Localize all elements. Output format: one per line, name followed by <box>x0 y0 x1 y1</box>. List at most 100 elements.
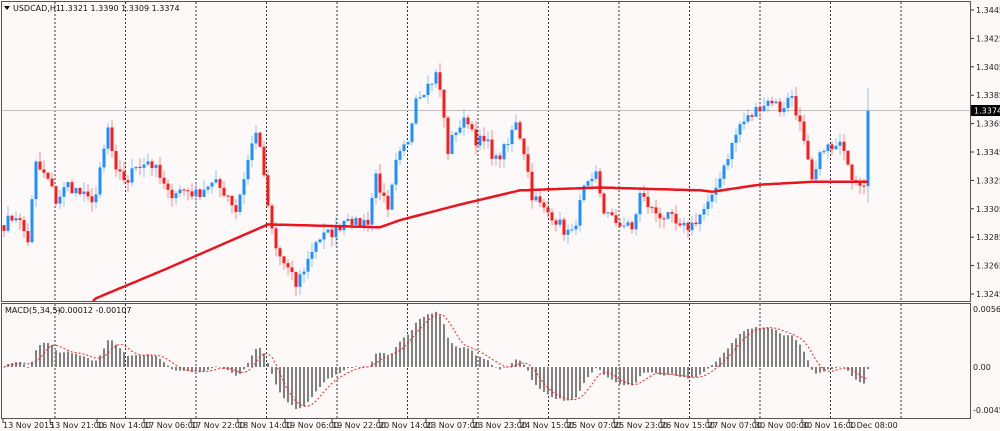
candle-body <box>14 218 18 221</box>
candle-body <box>162 177 166 184</box>
macd-bar <box>755 327 757 367</box>
macd-bar <box>131 355 133 367</box>
candle-body <box>294 272 298 287</box>
candle-body <box>502 144 506 160</box>
macd-bar <box>731 343 733 367</box>
macd-bar <box>615 367 617 383</box>
candle-body <box>730 142 734 160</box>
macd-bar <box>115 344 117 367</box>
macd-bar <box>779 333 781 367</box>
macd-bar <box>171 367 173 370</box>
macd-bar <box>435 311 437 367</box>
macd-bar <box>815 367 817 374</box>
macd-bar <box>603 367 605 375</box>
candle-body <box>794 96 798 116</box>
macd-bar <box>495 367 497 368</box>
candle-body <box>258 132 262 147</box>
macd-bar <box>351 367 353 368</box>
macd-bar <box>451 343 453 367</box>
macd-bar <box>831 367 833 370</box>
candle-body <box>466 117 470 125</box>
macd-bar <box>67 351 69 367</box>
candle-body <box>762 105 766 112</box>
macd-bar <box>207 367 209 370</box>
candle-body <box>806 140 810 160</box>
macd-bar <box>359 367 361 368</box>
time-tick-label: 25 Nov 07:00 <box>567 421 621 430</box>
candle-body <box>694 222 698 225</box>
macd-bar <box>547 367 549 395</box>
macd-bar <box>475 355 477 367</box>
macd-bar <box>51 345 53 367</box>
macd-bar <box>579 367 581 391</box>
macd-bar <box>91 360 93 367</box>
candle-body <box>478 135 482 146</box>
candle-body <box>226 195 230 197</box>
candle-body <box>306 258 310 272</box>
candle-body <box>154 164 158 169</box>
candle-body <box>866 110 870 187</box>
macd-bar <box>155 355 157 367</box>
trading-chart[interactable]: USDCAD,H1 1.3321 1.3390 1.3309 1.3374 MA… <box>0 0 1000 431</box>
macd-bar <box>719 357 721 367</box>
macd-bar <box>303 367 305 407</box>
candle-body <box>594 171 598 179</box>
candle-body <box>234 205 238 212</box>
candle-body <box>786 97 790 109</box>
macd-bar <box>19 362 21 367</box>
macd-bar <box>707 367 709 369</box>
candle-body <box>598 171 602 194</box>
candle-body <box>282 256 286 264</box>
price-tick-label: 1.3265 <box>976 262 1000 271</box>
candle-body <box>758 106 762 112</box>
candle-body <box>462 117 466 128</box>
symbol-label: USDCAD,H1 <box>13 4 61 13</box>
candle-body <box>350 218 354 225</box>
time-tick-label: 13 Nov 2015 <box>3 421 54 430</box>
macd-bar <box>231 367 233 373</box>
candle-body <box>138 166 142 168</box>
macd-bar <box>175 367 177 371</box>
macd-bar <box>143 354 145 367</box>
candle-body <box>826 144 830 151</box>
macd-bar <box>75 353 77 367</box>
candle-body <box>70 182 74 194</box>
candle-body <box>122 171 126 181</box>
macd-bar <box>695 367 697 378</box>
macd-bar <box>655 367 657 374</box>
candle-body <box>102 148 106 168</box>
macd-tick-label: 0.00565 <box>973 305 1000 314</box>
macd-bar <box>327 367 329 379</box>
macd-bar <box>459 347 461 367</box>
candle-body <box>86 191 90 197</box>
macd-bar <box>483 359 485 367</box>
macd-bar <box>99 355 101 367</box>
candle-body <box>766 100 770 106</box>
macd-bar <box>807 360 809 367</box>
candle-body <box>842 141 846 151</box>
candle-body <box>114 151 118 170</box>
macd-bar <box>139 355 141 367</box>
macd-bar <box>739 333 741 367</box>
candle-body <box>678 223 682 226</box>
candle-body <box>78 187 82 195</box>
time-tick-label: 17 Nov 06:00 <box>144 421 198 430</box>
candle-body <box>734 134 738 143</box>
macd-bar <box>811 367 813 370</box>
macd-bar <box>659 367 661 375</box>
candle-body <box>250 143 254 161</box>
macd-bar <box>243 367 245 370</box>
price-tick-label: 1.3385 <box>976 91 1000 100</box>
candle-body <box>602 193 606 214</box>
candle-body <box>646 196 650 208</box>
candle-body <box>390 184 394 210</box>
macd-bar <box>47 342 49 367</box>
candle-body <box>346 218 350 221</box>
time-axis[interactable]: 13 Nov 201513 Nov 21:0016 Nov 14:0017 No… <box>2 419 898 430</box>
candle-body <box>194 189 198 197</box>
macd-bar <box>671 367 673 375</box>
candle-body <box>202 189 206 197</box>
macd-bar <box>775 329 777 367</box>
macd-bar <box>767 327 769 367</box>
macd-bar <box>835 367 837 369</box>
